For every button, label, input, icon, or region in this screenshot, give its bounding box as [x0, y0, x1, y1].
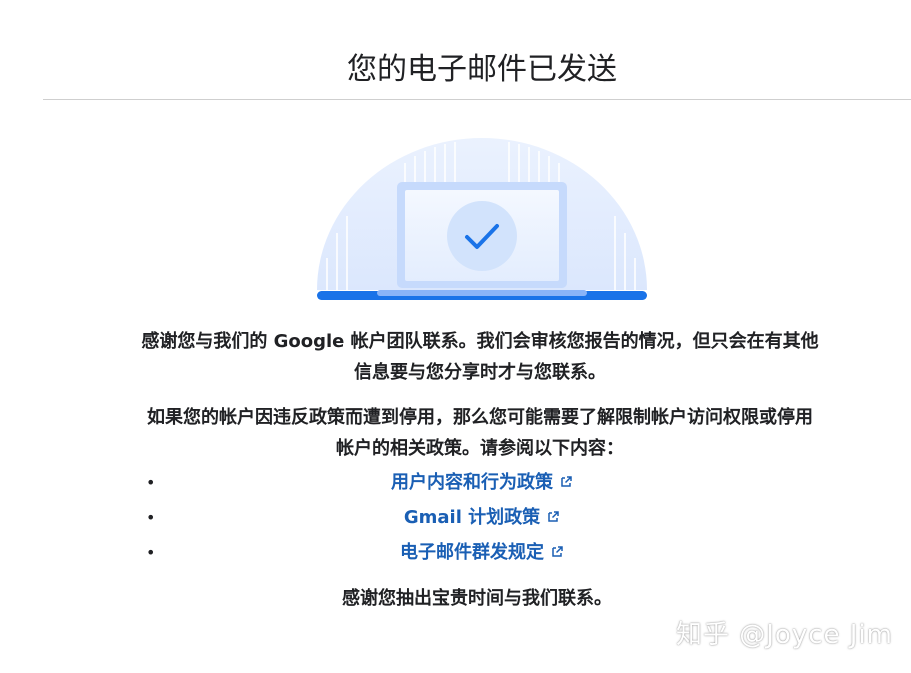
- link-label: Gmail 计划政策: [403, 507, 541, 528]
- external-link-icon: [561, 475, 572, 487]
- page: 您的电子邮件已发送 感谢您与我们的 Google 帐户团队联系。我们会审核您报告…: [0, 0, 911, 673]
- list-item: • 用户内容和行为政策: [0, 468, 911, 498]
- message-body: 感谢您与我们的 Google 帐户团队联系。我们会审核您报告的情况，但只会在有其…: [140, 326, 820, 464]
- email-sent-illustration: [317, 138, 647, 300]
- message-paragraph-1: 感谢您与我们的 Google 帐户团队联系。我们会审核您报告的情况，但只会在有其…: [141, 331, 819, 383]
- title-divider: [43, 99, 911, 100]
- list-item: • 电子邮件群发规定: [0, 538, 911, 568]
- watermark: 知乎 @Joyce Jim: [676, 620, 894, 650]
- link-user-content-policy[interactable]: 用户内容和行为政策: [0, 468, 911, 498]
- external-link-icon: [548, 510, 559, 522]
- external-link-icon: [552, 545, 563, 557]
- list-item: • Gmail 计划政策: [0, 503, 911, 533]
- link-label: 用户内容和行为政策: [391, 472, 553, 493]
- message-paragraph-2: 如果您的帐户因违反政策而遭到停用，那么您可能需要了解限制帐户访问权限或停用帐户的…: [147, 407, 813, 459]
- link-gmail-program-policy[interactable]: Gmail 计划政策: [0, 503, 911, 533]
- link-bulk-sender-guidelines[interactable]: 电子邮件群发规定: [0, 538, 911, 568]
- page-title: 您的电子邮件已发送: [347, 52, 617, 87]
- closing-message: 感谢您抽出宝贵时间与我们联系。: [342, 588, 612, 609]
- link-label: 电子邮件群发规定: [400, 542, 544, 563]
